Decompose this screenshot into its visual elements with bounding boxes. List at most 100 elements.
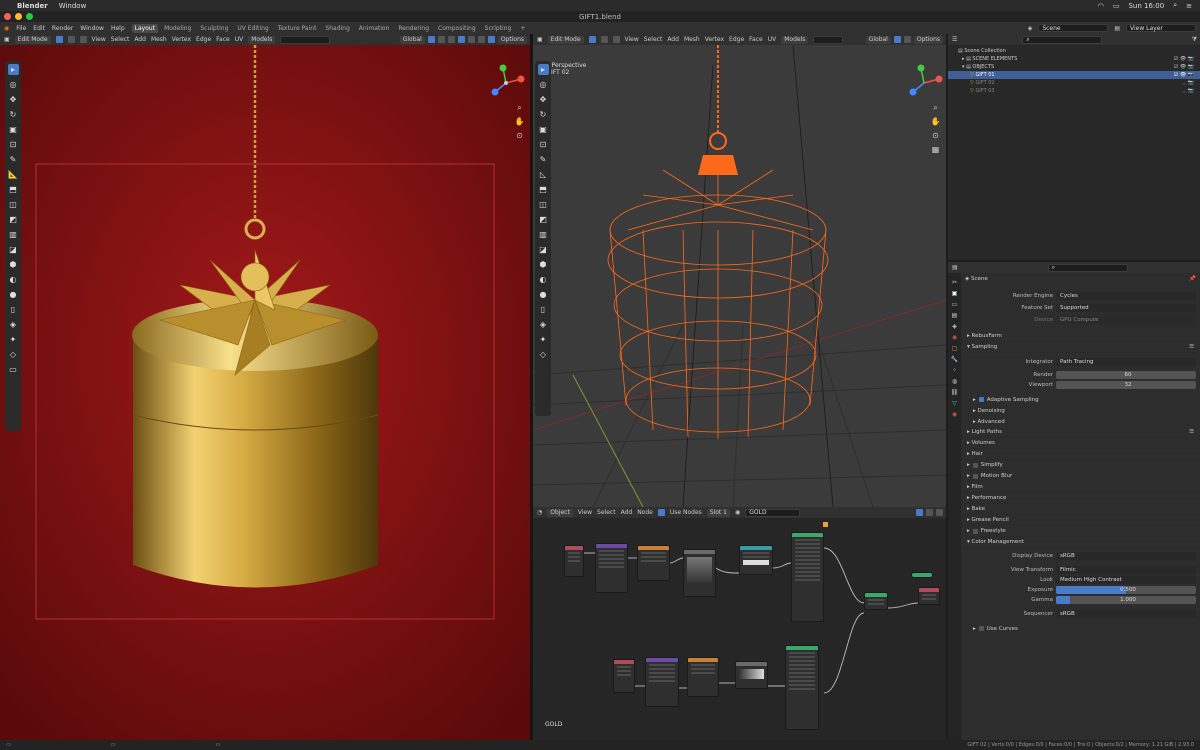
tab-animation[interactable]: Animation (356, 24, 393, 33)
panel-color-management[interactable]: ▾ Color Management (961, 537, 1200, 548)
shading-material-icon[interactable] (477, 36, 485, 43)
menu-select[interactable]: Select (644, 36, 663, 43)
object-selector[interactable]: Object (547, 508, 573, 517)
view-transform-dropdown[interactable]: Filmic (1056, 566, 1196, 574)
edge-slide-tool-icon[interactable]: ▯ (538, 304, 549, 315)
node-texture-2[interactable] (687, 657, 719, 697)
scale-tool-icon[interactable]: ▣ (8, 124, 19, 135)
node-mapping[interactable] (595, 543, 628, 593)
battery-icon[interactable]: ▭ (1113, 2, 1120, 10)
snap-icon[interactable] (936, 509, 943, 516)
node-mix-shader[interactable] (864, 592, 888, 610)
cursor-tool-icon[interactable]: ◎ (538, 79, 549, 90)
select-box-tool-icon[interactable]: ▸ (7, 64, 19, 75)
edge-select-icon[interactable] (67, 36, 75, 43)
node-reroute[interactable] (911, 572, 933, 578)
transform-tool-icon[interactable]: ⊡ (538, 139, 549, 150)
models-dropdown[interactable]: Models (248, 35, 276, 44)
panel-advanced[interactable]: ▸ Advanced (961, 416, 1200, 427)
annotate-tool-icon[interactable]: ✎ (538, 154, 549, 165)
menu-add[interactable]: Add (667, 36, 679, 43)
shrink-tool-icon[interactable]: ◈ (8, 319, 19, 330)
right-3d-viewport[interactable]: ▣ Edit Mode View Select Add Mesh Vertex … (533, 34, 946, 507)
constraints-tab-icon[interactable]: ⛓ (951, 389, 959, 396)
render-tab-icon[interactable]: ▣ (952, 290, 958, 297)
poly-build-tool-icon[interactable]: ⬢ (538, 259, 549, 270)
outliner-row-scene-elements[interactable]: ▸ ▤ SCENE ELEMENTS ☑ 👁 📷 (948, 55, 1200, 63)
panel-film[interactable]: ▸ Film (961, 482, 1200, 493)
tab-uv-editing[interactable]: UV Editing (234, 24, 271, 33)
properties-type-icon[interactable]: ▤ (952, 264, 958, 271)
node-colorramp[interactable] (683, 549, 716, 597)
inset-tool-icon[interactable]: ◫ (538, 199, 549, 210)
editor-type-icon[interactable]: ▣ (537, 36, 543, 43)
menu-view[interactable]: View (92, 36, 106, 43)
navigation-gizmo[interactable] (903, 62, 945, 104)
menu-select[interactable]: Select (597, 509, 616, 516)
tab-shading[interactable]: Shading (322, 24, 352, 33)
menu-mesh[interactable]: Mesh (151, 36, 167, 43)
editor-type-icon[interactable]: ▣ (4, 36, 10, 43)
feature-set-dropdown[interactable]: Supported (1056, 304, 1196, 312)
outliner-row-gift-03[interactable]: ▽ GIFT 03 ◡ 📷 (948, 87, 1200, 95)
shear-tool-icon[interactable]: ✦ (538, 334, 549, 345)
menu-edge[interactable]: Edge (729, 36, 744, 43)
list-icon[interactable]: ☰ (1189, 429, 1200, 435)
shading-icon[interactable] (903, 36, 911, 43)
menu-render[interactable]: Render (52, 25, 73, 32)
menu-uv[interactable]: UV (768, 36, 777, 43)
proportional-icon[interactable] (437, 36, 445, 43)
node-texture[interactable] (637, 545, 670, 581)
panel-rebusfarm[interactable]: ▸ RebusFarm (961, 331, 1200, 342)
outliner-row-objects[interactable]: ▾ ▤ OBJECTS ☑ 👁 📷 (948, 63, 1200, 71)
node-principled-bsdf[interactable] (791, 532, 824, 622)
menu-edit[interactable]: Edit (33, 25, 45, 32)
edge-slide-tool-icon[interactable]: ▯ (8, 304, 19, 315)
pin-icon[interactable] (916, 509, 923, 516)
menu-face[interactable]: Face (749, 36, 763, 43)
object-tab-icon[interactable]: ▢ (952, 345, 958, 352)
menu-edge[interactable]: Edge (196, 36, 211, 43)
filter-icon[interactable]: ⧩ (1192, 36, 1197, 44)
tab-texture-paint[interactable]: Texture Paint (275, 24, 320, 33)
node-texcoord-2[interactable] (613, 659, 635, 693)
rip-tool-icon[interactable]: ◇ (538, 349, 549, 360)
vertex-select-icon[interactable] (55, 36, 63, 43)
slot-selector[interactable]: Slot 1 (706, 508, 730, 517)
face-select-icon[interactable] (79, 36, 87, 43)
freestyle-checkbox[interactable] (972, 528, 978, 534)
list-icon[interactable]: ☰ (1189, 344, 1200, 350)
mac-app-name[interactable]: Blender (17, 2, 48, 10)
scene-selector[interactable]: Scene (1038, 24, 1109, 32)
mode-select[interactable]: Edit Mode (14, 35, 51, 44)
knife-tool-icon[interactable]: ◪ (8, 244, 19, 255)
face-select-icon[interactable] (612, 36, 620, 43)
node-material-output[interactable] (918, 587, 940, 605)
camera-view-icon[interactable]: ⊙ (930, 130, 941, 141)
node-mix[interactable] (739, 545, 773, 575)
left-3d-viewport[interactable]: ▣ Edit Mode View Select Add Mesh Vertex … (0, 34, 530, 740)
simplify-checkbox[interactable] (972, 462, 978, 468)
device-dropdown[interactable]: GPU Compute (1056, 316, 1196, 324)
menu-help[interactable]: Help (111, 25, 125, 32)
display-device-dropdown[interactable]: sRGB (1056, 552, 1196, 560)
node-editor-type-icon[interactable]: ◔ (537, 509, 542, 516)
panel-light-paths[interactable]: ▸ Light Paths ☰ (961, 427, 1200, 438)
shrink-tool-icon[interactable]: ◈ (538, 319, 549, 330)
mode-select[interactable]: Edit Mode (547, 35, 584, 44)
tab-layout[interactable]: Layout (131, 23, 159, 33)
panel-performance[interactable]: ▸ Performance (961, 493, 1200, 504)
move-tool-icon[interactable]: ✥ (8, 94, 19, 105)
menu-vertex[interactable]: Vertex (705, 36, 724, 43)
annotate-tool-icon[interactable]: ✎ (8, 154, 19, 165)
tab-sculpting[interactable]: Sculpting (197, 24, 231, 33)
wifi-icon[interactable]: ◠ (1098, 2, 1104, 10)
camera-view-icon[interactable]: ⊙ (514, 130, 525, 141)
node-colorramp-2[interactable] (735, 661, 768, 689)
tab-compositing[interactable]: Compositing (435, 24, 479, 33)
menu-vertex[interactable]: Vertex (172, 36, 191, 43)
integrator-dropdown[interactable]: Path Tracing (1056, 358, 1196, 366)
menu-add[interactable]: Add (621, 509, 633, 516)
select-box-tool-icon[interactable]: ▸ (537, 64, 549, 75)
pan-hand-icon[interactable]: ✋ (930, 116, 941, 127)
